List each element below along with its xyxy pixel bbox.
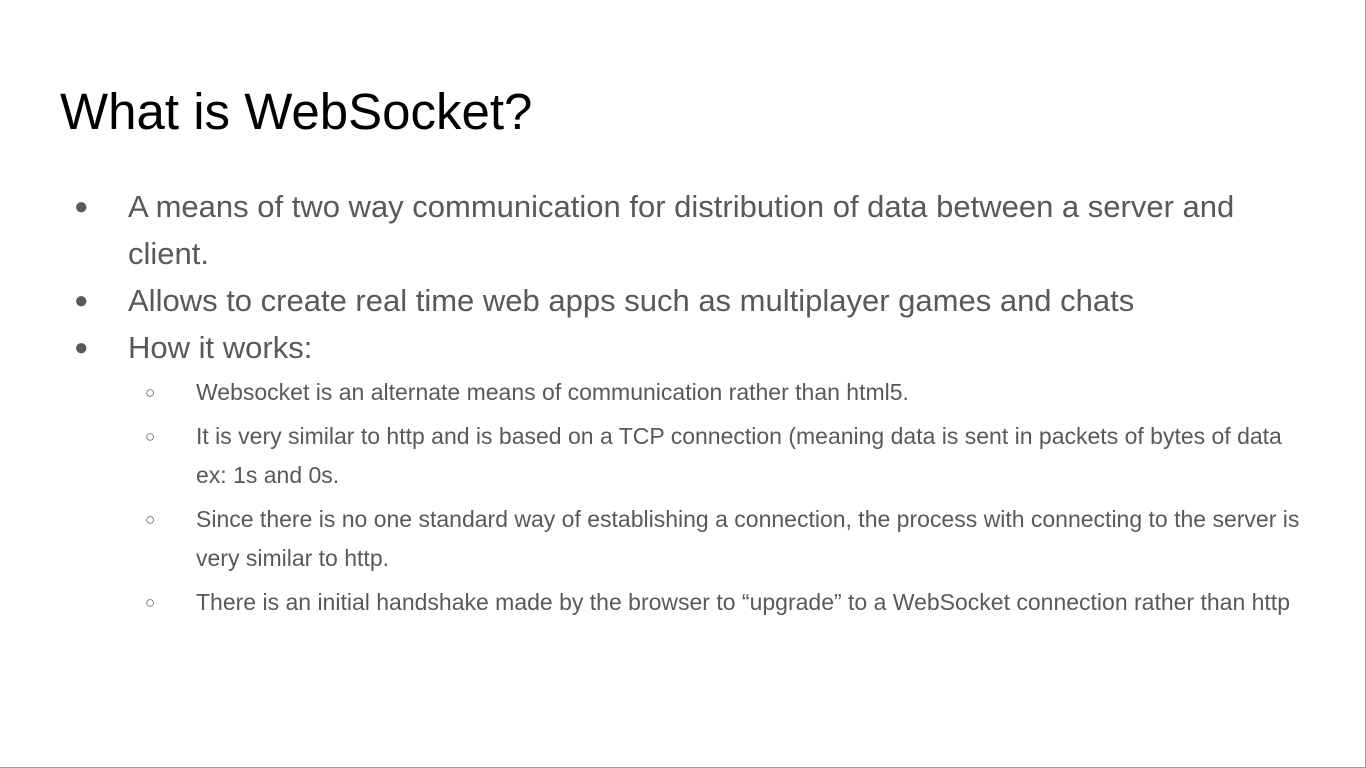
sub-bullet-item: ○ It is very similar to http and is base… [0,417,1366,495]
sub-bullet-item: ○ Websocket is an alternate means of com… [0,373,1366,412]
sub-bullet-text: Since there is no one standard way of es… [196,506,1300,571]
sub-bullet-text: Websocket is an alternate means of commu… [196,379,909,405]
hollow-circle-bullet-icon: ○ [145,510,156,529]
slide: What is WebSocket? ● A means of two way … [0,0,1366,768]
hollow-circle-bullet-icon: ○ [145,383,156,402]
bullet-dot-icon: ● [74,334,89,361]
bullet-text: How it works: [128,330,313,365]
bullet-item: ● How it works: [0,324,1366,371]
sub-bullet-text: It is very similar to http and is based … [196,423,1282,488]
bullet-dot-icon: ● [74,193,89,220]
bullet-item: ● Allows to create real time web apps su… [0,277,1366,324]
hollow-circle-bullet-icon: ○ [145,427,156,446]
sub-bullet-list: ○ Websocket is an alternate means of com… [0,373,1366,622]
hollow-circle-bullet-icon: ○ [145,593,156,612]
bullet-text: A means of two way communication for dis… [128,189,1235,271]
sub-bullet-text: There is an initial handshake made by th… [196,589,1290,615]
sub-bullet-item: ○ There is an initial handshake made by … [0,583,1366,622]
slide-body: ● A means of two way communication for d… [0,183,1366,627]
slide-title: What is WebSocket? [60,83,533,140]
bullet-dot-icon: ● [74,287,89,314]
bullet-item: ● A means of two way communication for d… [0,183,1366,277]
bullet-text: Allows to create real time web apps such… [128,283,1135,318]
sub-bullet-item: ○ Since there is no one standard way of … [0,500,1366,578]
